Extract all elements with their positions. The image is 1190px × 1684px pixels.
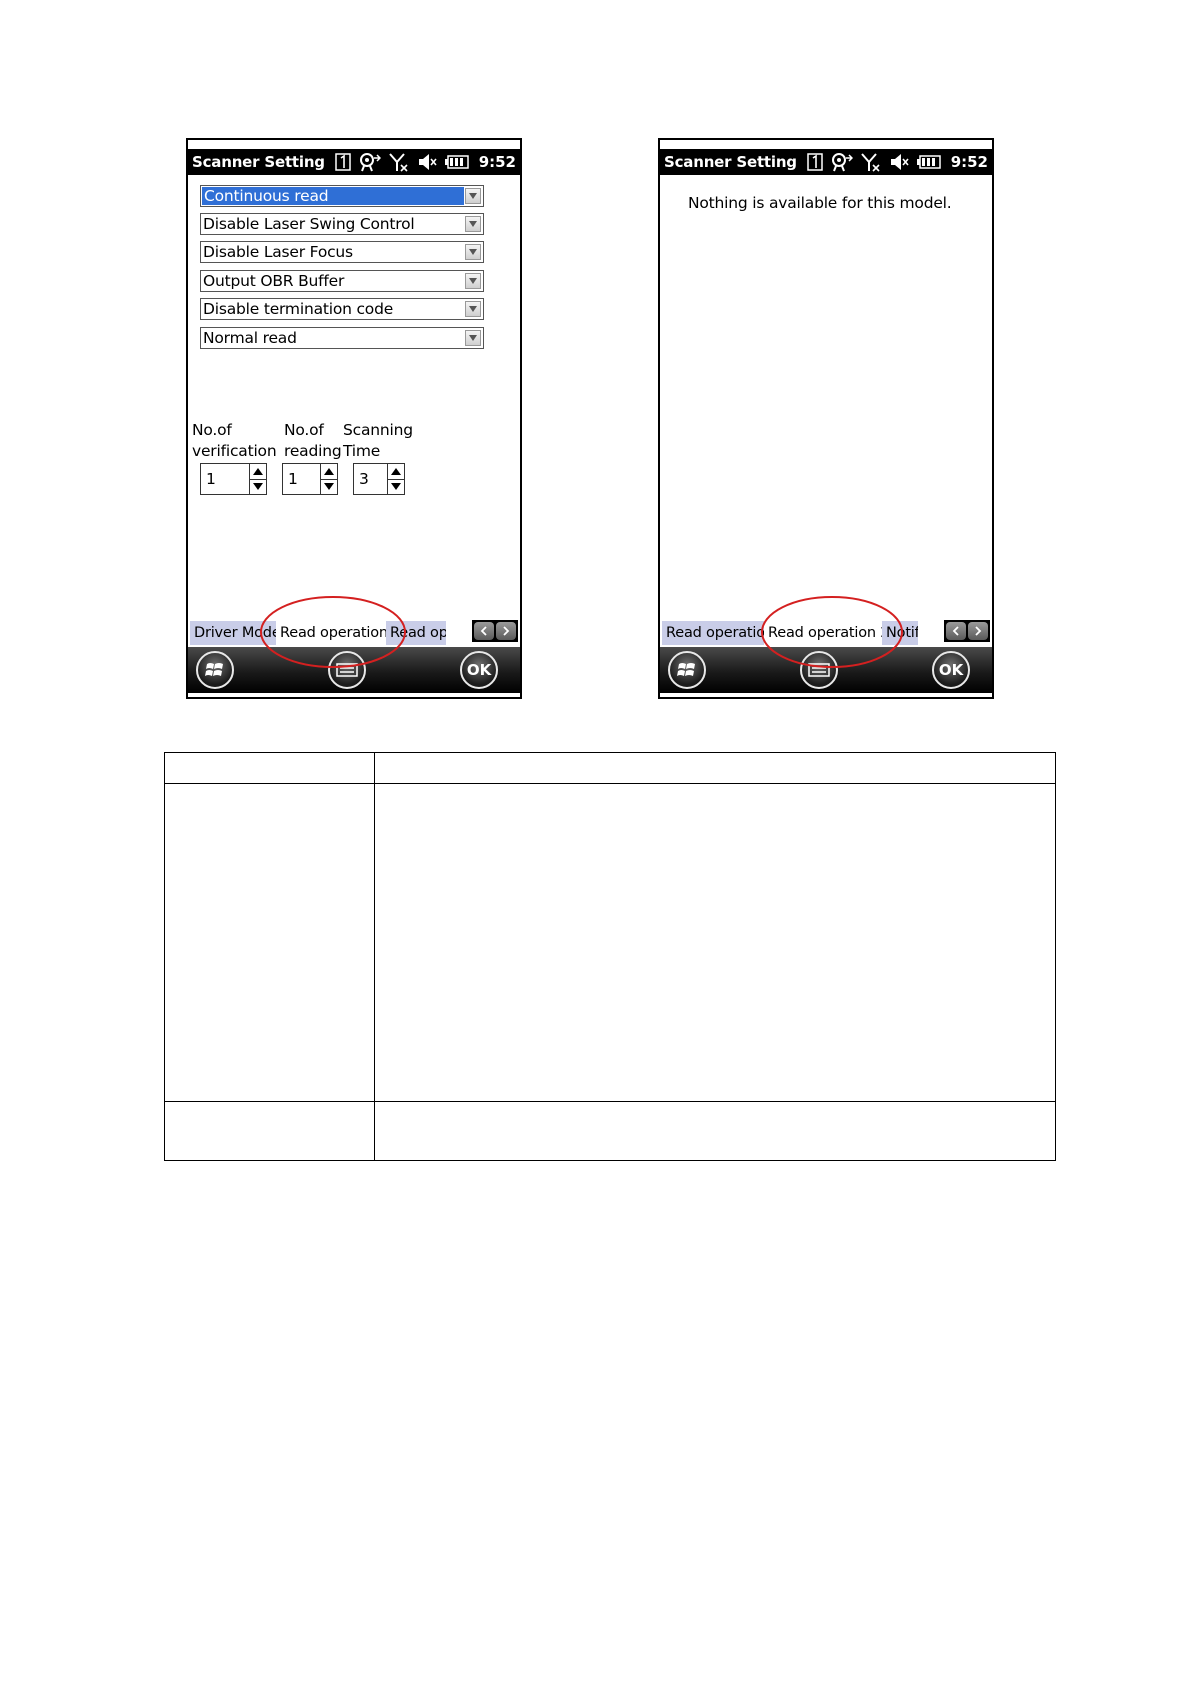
read-mode-dropdown[interactable]: Continuous read [200,185,484,207]
chevron-right-icon[interactable] [968,622,988,640]
screenshot-read-operation: Scanner Setting 9:52 Continuous read Dis… [186,138,522,699]
table-row [164,783,1056,1102]
chevron-right-icon[interactable] [496,622,516,640]
windows-start-icon[interactable] [196,651,234,689]
scanning-time-label: Scanning Time [343,421,413,460]
keyboard-icon[interactable] [328,651,366,689]
chevron-down-icon[interactable] [465,188,481,204]
read-type-dropdown[interactable]: Normal read [200,327,484,349]
no-signal-icon[interactable] [860,151,881,173]
tab-scroll-controls [944,620,990,642]
keyboard-1-icon[interactable] [334,151,351,173]
connectivity-icon[interactable] [359,151,381,173]
tab-driver-mode[interactable]: Driver Mode [190,621,276,645]
tab-read-operation[interactable]: Read operation [276,621,386,645]
battery-icon[interactable] [444,151,469,173]
chevron-down-icon[interactable] [465,301,481,317]
spin-up-icon[interactable] [388,464,404,479]
spin-down-icon[interactable] [321,478,337,495]
app-title: Scanner Setting [664,153,797,171]
screenshot-read-operation-2: Scanner Setting 9:52 Nothing is availabl… [658,138,994,699]
battery-icon[interactable] [916,151,941,173]
spin-down-icon[interactable] [250,478,266,495]
reading-label: No.of reading [284,421,342,460]
description-table [164,752,1056,1161]
highlight-ellipse [761,596,903,668]
chevron-down-icon[interactable] [465,216,481,232]
status-bar: Scanner Setting 9:52 [660,149,992,175]
tab-bar: Driver Mode Read operation Read operatio… [188,619,520,645]
status-bar: Scanner Setting 9:52 [188,149,520,175]
table-cell [374,783,1056,1102]
table-cell [164,1101,375,1161]
unavailable-message: Nothing is available for this model. [688,194,952,212]
tab-read-operation-2[interactable]: Read operation 2 [764,621,882,645]
laser-swing-dropdown[interactable]: Disable Laser Swing Control [200,213,484,235]
ok-button[interactable]: OK [932,651,970,689]
chevron-left-icon[interactable] [474,622,494,640]
softkey-bar: OK [188,647,520,693]
volume-muted-icon[interactable] [889,151,909,173]
spin-up-icon[interactable] [250,464,266,479]
verification-label: No.of verification [192,421,277,460]
volume-muted-icon[interactable] [417,151,437,173]
windows-start-icon[interactable] [668,651,706,689]
keyboard-icon[interactable] [800,651,838,689]
tab-notification[interactable]: Notification [882,621,918,645]
obr-buffer-dropdown[interactable]: Output OBR Buffer [200,270,484,292]
ok-button[interactable]: OK [460,651,498,689]
softkey-bar: OK [660,647,992,693]
table-cell [374,752,1056,784]
tab-read-operation[interactable]: Read operation [662,621,764,645]
spin-down-icon[interactable] [388,478,404,495]
table-cell [164,783,375,1102]
chevron-left-icon[interactable] [946,622,966,640]
laser-focus-dropdown[interactable]: Disable Laser Focus [200,241,484,263]
spin-up-icon[interactable] [321,464,337,479]
chevron-down-icon[interactable] [465,330,481,346]
chevron-down-icon[interactable] [465,244,481,260]
no-signal-icon[interactable] [388,151,409,173]
connectivity-icon[interactable] [831,151,853,173]
scanning-time-stepper[interactable]: 3 [353,463,405,495]
tab-bar: Read operation Read operation 2 Notifica… [660,619,992,645]
table-row [164,752,1056,784]
reading-stepper[interactable]: 1 [282,463,338,495]
termination-code-dropdown[interactable]: Disable termination code [200,298,484,320]
chevron-down-icon[interactable] [465,273,481,289]
table-cell [164,752,375,784]
tab-scroll-controls [472,620,518,642]
clock: 9:52 [478,153,516,171]
tab-read-operation-2[interactable]: Read operation 2 [386,621,446,645]
table-cell [374,1101,1056,1161]
app-title: Scanner Setting [192,153,325,171]
verification-stepper[interactable]: 1 [200,463,267,495]
table-row [164,1101,1056,1161]
keyboard-1-icon[interactable] [806,151,823,173]
clock: 9:52 [950,153,988,171]
